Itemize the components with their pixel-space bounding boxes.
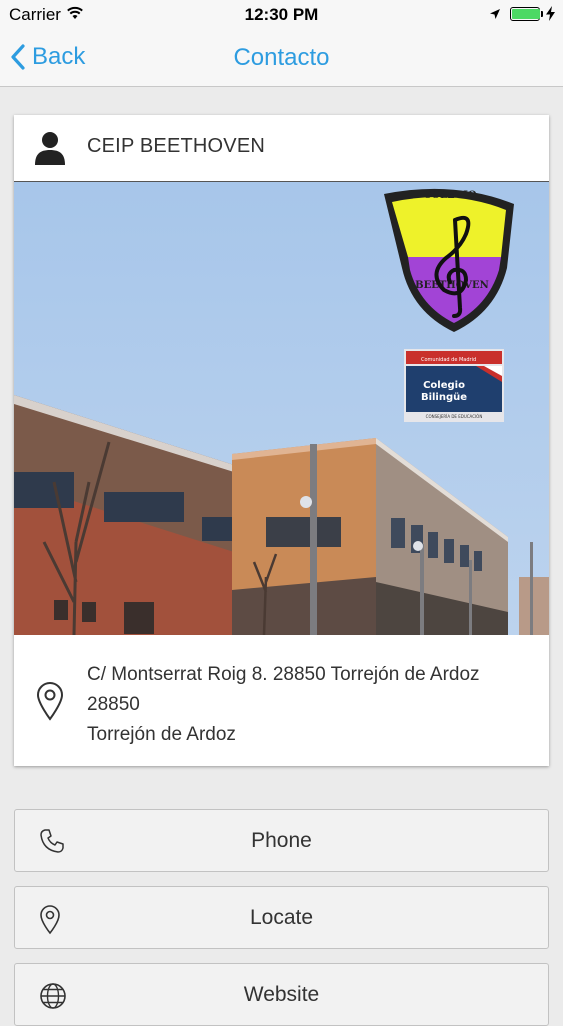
locate-label: Locate	[249, 906, 314, 929]
address-line-2: 28850	[87, 694, 140, 715]
battery-tip	[541, 11, 543, 17]
card-header: CEIP BEETHOVEN	[14, 115, 549, 182]
school-photo: COLEGIO BEETHOVEN Comunidad de Madrid Co…	[14, 182, 549, 635]
map-pin-icon	[36, 682, 64, 721]
user-icon	[35, 132, 65, 165]
battery-level	[512, 9, 540, 19]
phone-label: Phone	[251, 829, 312, 852]
crest-top-text: COLEGIO	[423, 190, 477, 201]
address-line-3: Torrejón de Ardoz	[87, 724, 236, 745]
address-line-1: C/ Montserrat Roig 8. 28850 Torrejón de …	[87, 664, 480, 685]
badge-line-2: Bilingüe	[421, 392, 467, 403]
address-text: C/ Montserrat Roig 8. 28850 Torrejón de …	[87, 660, 480, 750]
page-title: Contacto	[233, 44, 330, 71]
badge-line-1: Colegio	[423, 380, 465, 391]
navigation-bar: Back Contacto	[0, 30, 563, 87]
school-photo-illustration: COLEGIO BEETHOVEN Comunidad de Madrid Co…	[14, 182, 549, 635]
charging-bolt-icon	[546, 6, 555, 21]
battery-icon	[510, 7, 540, 21]
website-label: Website	[243, 983, 320, 1006]
locate-button[interactable]: Locate	[14, 886, 549, 949]
address-section: C/ Montserrat Roig 8. 28850 Torrejón de …	[14, 636, 549, 766]
school-name: CEIP BEETHOVEN	[87, 135, 266, 157]
crest-bottom-text: BEETHOVEN	[415, 280, 489, 291]
badge-top-text: Comunidad de Madrid	[421, 357, 476, 363]
location-arrow-icon	[490, 9, 500, 19]
contact-card: CEIP BEETHOVEN COLEGIO BEETHOVEN Comunid…	[14, 115, 549, 766]
clock: 12:30 PM	[244, 5, 319, 24]
badge-bottom-text: CONSEJERÍA DE EDUCACIÓN	[426, 414, 483, 419]
website-button[interactable]: Website	[14, 963, 549, 1026]
status-bar: Carrier 12:30 PM	[0, 0, 563, 30]
phone-button[interactable]: Phone	[14, 809, 549, 872]
